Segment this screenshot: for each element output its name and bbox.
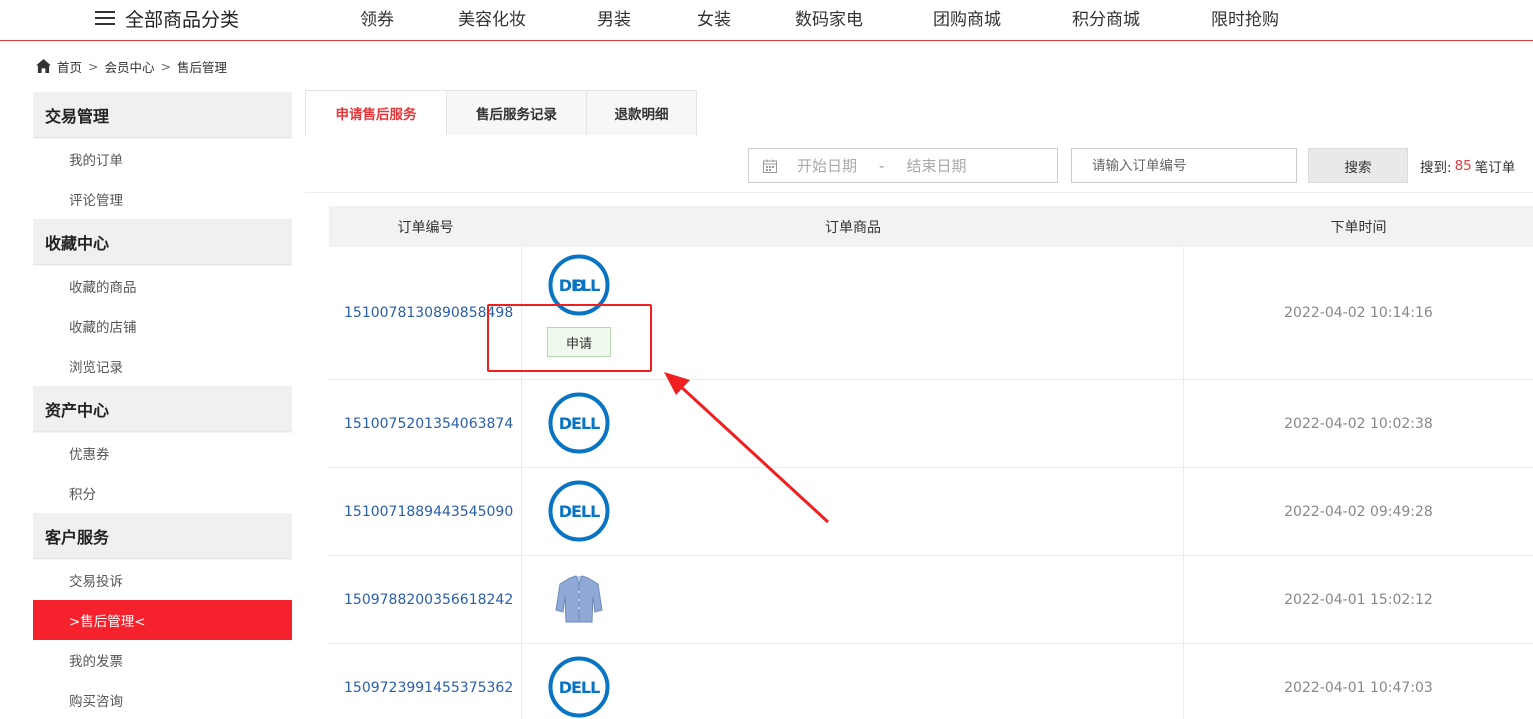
member-sidebar: 交易管理 我的订单 评论管理 收藏中心 收藏的商品 收藏的店铺 浏览记录 资产中… bbox=[33, 92, 292, 719]
sidebar-item-invoices[interactable]: 我的发票 bbox=[33, 640, 292, 680]
breadcrumb-separator: > bbox=[88, 58, 99, 74]
table-row: 1509723991455375362 DELL 2022-04-01 10:4… bbox=[329, 644, 1533, 719]
order-id-link[interactable]: 1509788200356618242 bbox=[329, 556, 522, 643]
order-time: 2022-04-02 10:02:38 bbox=[1284, 415, 1433, 432]
order-time: 2022-04-01 15:02:12 bbox=[1284, 591, 1433, 608]
nav-link-group-buy[interactable]: 团购商城 bbox=[933, 5, 1001, 30]
table-row: 1509788200356618242 2022-04-01 15:02:12 bbox=[329, 556, 1533, 644]
svg-text:DELL: DELL bbox=[559, 414, 600, 433]
column-header-order-id: 订单编号 bbox=[397, 219, 454, 236]
sidebar-group-trade: 交易管理 bbox=[33, 92, 292, 138]
order-id-link[interactable]: 1510075201354063874 bbox=[329, 380, 522, 467]
result-count: 搜到: 85 笔订单 bbox=[1420, 148, 1515, 183]
table-row: 1510071889443545090 DELL 2022-04-02 09:4… bbox=[329, 468, 1533, 556]
product-cell: DELL bbox=[522, 644, 1184, 719]
home-icon bbox=[36, 59, 51, 73]
breadcrumb-separator: > bbox=[160, 58, 171, 74]
result-count-number: 85 bbox=[1454, 157, 1472, 174]
shirt-thumbnail-icon[interactable] bbox=[550, 570, 608, 628]
nav-link-flash-sale[interactable]: 限时抢购 bbox=[1211, 5, 1279, 30]
nav-link-coupons[interactable]: 领券 bbox=[360, 5, 394, 30]
nav-link-menswear[interactable]: 男装 bbox=[597, 5, 631, 30]
date-separator: - bbox=[879, 156, 885, 175]
order-id-link[interactable]: 1510071889443545090 bbox=[329, 468, 522, 555]
tab-apply-service[interactable]: 申请售后服务 bbox=[305, 90, 447, 135]
breadcrumb: 首页 > 会员中心 > 售后管理 bbox=[36, 56, 227, 76]
nav-link-digital[interactable]: 数码家电 bbox=[795, 5, 863, 30]
menu-icon bbox=[95, 9, 115, 27]
order-time: 2022-04-01 10:47:03 bbox=[1284, 679, 1433, 696]
date-range-picker[interactable]: 开始日期 - 结束日期 bbox=[748, 148, 1058, 183]
sidebar-item-after-sales[interactable]: >售后管理< bbox=[33, 600, 292, 640]
product-cell: DELL bbox=[522, 468, 1184, 555]
result-count-suffix: 笔订单 bbox=[1474, 159, 1516, 176]
sidebar-item-fav-products[interactable]: 收藏的商品 bbox=[33, 266, 292, 306]
svg-text:DELL: DELL bbox=[559, 678, 600, 697]
order-time: 2022-04-02 09:49:28 bbox=[1284, 503, 1433, 520]
start-date-input[interactable]: 开始日期 bbox=[797, 155, 857, 176]
table-row: 1510075201354063874 DELL 2022-04-02 10:0… bbox=[329, 380, 1533, 468]
end-date-input[interactable]: 结束日期 bbox=[906, 155, 966, 176]
product-cell: DELL bbox=[522, 380, 1184, 467]
sidebar-item-inquiries[interactable]: 购买咨询 bbox=[33, 680, 292, 719]
svg-text:DELL: DELL bbox=[559, 276, 600, 295]
nav-link-points-mall[interactable]: 积分商城 bbox=[1072, 5, 1140, 30]
result-count-prefix: 搜到: bbox=[1420, 159, 1452, 176]
annotation-highlight-box bbox=[487, 304, 652, 372]
dell-logo-icon[interactable]: DELL bbox=[548, 480, 610, 542]
nav-link-womenswear[interactable]: 女装 bbox=[697, 5, 731, 30]
dell-logo-icon[interactable]: DELL bbox=[548, 392, 610, 454]
product-cell bbox=[522, 556, 1184, 643]
sidebar-item-complaints[interactable]: 交易投诉 bbox=[33, 560, 292, 600]
order-time: 2022-04-02 10:14:16 bbox=[1284, 305, 1433, 321]
sidebar-item-reviews[interactable]: 评论管理 bbox=[33, 179, 292, 219]
sidebar-item-points[interactable]: 积分 bbox=[33, 473, 292, 513]
dell-logo-icon[interactable]: DELL bbox=[548, 656, 610, 718]
sidebar-item-fav-shops[interactable]: 收藏的店铺 bbox=[33, 306, 292, 346]
top-navigation: 全部商品分类 领券 美容化妆 男装 女装 数码家电 团购商城 积分商城 限时抢购 bbox=[0, 0, 1533, 41]
breadcrumb-current: 售后管理 bbox=[177, 59, 228, 75]
tab-refund-details[interactable]: 退款明细 bbox=[586, 90, 697, 135]
column-header-product: 订单商品 bbox=[825, 219, 881, 236]
svg-text:DELL: DELL bbox=[559, 502, 600, 521]
breadcrumb-home[interactable]: 首页 bbox=[57, 57, 82, 76]
breadcrumb-member-center[interactable]: 会员中心 bbox=[105, 57, 155, 76]
sidebar-item-history[interactable]: 浏览记录 bbox=[33, 346, 292, 386]
sidebar-item-my-orders[interactable]: 我的订单 bbox=[33, 139, 292, 179]
order-number-input[interactable] bbox=[1071, 148, 1297, 183]
sidebar-item-coupons[interactable]: 优惠券 bbox=[33, 433, 292, 473]
sidebar-group-assets: 资产中心 bbox=[33, 386, 292, 432]
nav-link-beauty[interactable]: 美容化妆 bbox=[458, 5, 526, 30]
orders-table-header: 订单编号 订单商品 下单时间 bbox=[329, 206, 1533, 247]
all-categories-label: 全部商品分类 bbox=[125, 8, 240, 31]
search-button[interactable]: 搜索 bbox=[1308, 148, 1408, 183]
order-id-link[interactable]: 1509723991455375362 bbox=[329, 644, 522, 719]
tab-service-records[interactable]: 售后服务记录 bbox=[446, 90, 587, 135]
filter-divider bbox=[305, 192, 1533, 193]
sidebar-group-service: 客户服务 bbox=[33, 513, 292, 559]
after-sales-tabs: 申请售后服务 售后服务记录 退款明细 bbox=[305, 90, 697, 136]
column-header-order-time: 下单时间 bbox=[1330, 219, 1387, 236]
all-categories-button[interactable]: 全部商品分类 bbox=[95, 2, 239, 34]
calendar-icon bbox=[763, 159, 777, 173]
sidebar-group-favorites: 收藏中心 bbox=[33, 219, 292, 265]
